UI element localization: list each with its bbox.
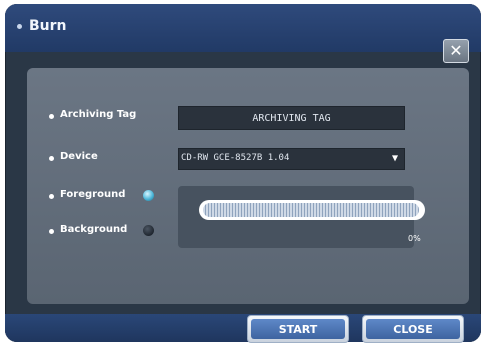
close-window-button[interactable]: ✕ — [443, 39, 469, 63]
dropdown-arrow-icon[interactable]: ▼ — [390, 153, 400, 165]
device-bullet-icon — [49, 156, 54, 161]
archiving-tag-input[interactable]: ARCHIVING TAG — [178, 106, 405, 130]
close-button[interactable]: CLOSE — [362, 315, 464, 343]
close-icon: ✕ — [449, 41, 463, 60]
title-bullet-icon — [17, 24, 22, 29]
archiving-tag-label: Archiving Tag — [60, 109, 137, 120]
burn-dialog: Burn ✕ Archiving Tag ARCHIVING TAG Devic… — [5, 4, 481, 343]
start-button-label: START — [251, 319, 345, 339]
background-bullet-icon — [49, 229, 54, 234]
progress-percent: 0% — [408, 234, 421, 243]
window-title: Burn — [29, 18, 67, 34]
foreground-label: Foreground — [60, 189, 126, 200]
start-button[interactable]: START — [247, 315, 349, 343]
close-button-label: CLOSE — [366, 319, 460, 339]
background-label: Background — [60, 224, 128, 235]
progress-bar — [203, 203, 419, 217]
background-radio[interactable] — [143, 225, 154, 236]
device-select[interactable]: CD-RW GCE-8527B 1.04 ▼ — [178, 148, 405, 170]
archiving-tag-value: ARCHIVING TAG — [252, 112, 331, 124]
device-value: CD-RW GCE-8527B 1.04 — [181, 153, 290, 163]
foreground-bullet-icon — [49, 194, 54, 199]
device-label: Device — [60, 151, 98, 162]
foreground-radio[interactable] — [143, 190, 154, 201]
title-bar: Burn — [5, 4, 481, 52]
archiving-tag-bullet-icon — [49, 114, 54, 119]
